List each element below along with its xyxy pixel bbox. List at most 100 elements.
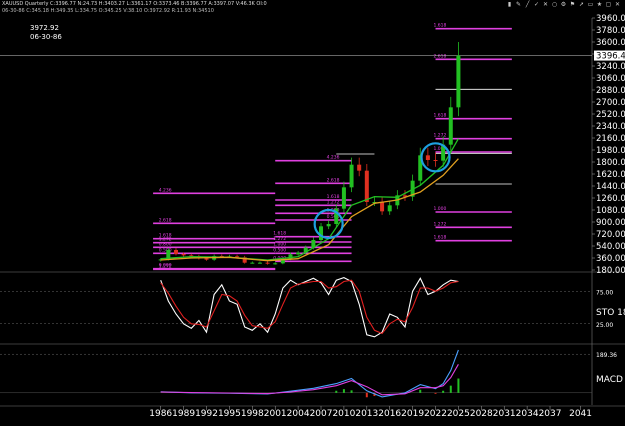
close-icon[interactable]: ✕	[614, 1, 621, 8]
candle-body	[456, 55, 461, 108]
x-tick-label: 2031	[493, 409, 516, 419]
y-tick-label: 180.00	[596, 266, 625, 276]
x-tick-label: 2028	[470, 409, 493, 419]
x-tick-label: 2037	[539, 409, 562, 419]
ohlc-info-line: 06-30-86 C:345.18 H:349.35 L:334.75 O:34…	[2, 8, 214, 14]
y-tick-label: 2700.00	[596, 98, 625, 108]
pencil-icon[interactable]: ✎	[515, 1, 522, 8]
stochastic-line	[160, 279, 459, 335]
toolbar: ▮ ✎ ╱ ✓ ✕ ○ ⚙ ⚑ ➚ ▭ ★ ▢ ✕	[506, 1, 621, 8]
macd-histogram-bar	[419, 389, 422, 393]
y-tick-label: 360.00	[596, 254, 625, 264]
x-tick-label: 2016	[378, 409, 401, 419]
y-tick-label: 3060.00	[596, 74, 625, 84]
candle-body	[380, 202, 385, 212]
fib-level-label: 1.618	[434, 23, 447, 29]
candle-body	[181, 254, 186, 256]
y-tick-label: 2880.00	[596, 86, 625, 96]
macd-histogram-bar	[350, 390, 353, 393]
x-axis: 1986 1989 1992 1995 1998 2001 2004 2007 2010 2013…	[149, 406, 592, 419]
y-tick-label: 1260.00	[596, 194, 625, 204]
fib-level-label: 2.618	[434, 53, 447, 59]
y-tick-label: 2520.00	[596, 110, 625, 120]
cross-icon[interactable]: ✕	[542, 1, 549, 8]
fib-level-label: 1.272	[327, 199, 340, 205]
candle-body	[173, 250, 178, 254]
x-tick-label: 1992	[195, 409, 218, 419]
candle-body	[349, 164, 354, 188]
candle-body	[364, 170, 369, 202]
line-icon[interactable]: ╱	[524, 1, 531, 8]
y-tick-label: 3780.00	[596, 26, 625, 36]
candle-body	[387, 205, 392, 212]
y-tick-label: 1620.00	[596, 170, 625, 180]
star-icon[interactable]: ★	[596, 1, 603, 8]
macd-histogram-bar	[434, 392, 437, 394]
cursor-date: 06-30-86	[30, 33, 62, 41]
macd-histogram-bar	[365, 392, 368, 398]
macd-tick-label: 189.36	[596, 352, 617, 359]
fib-level-label: 1.618	[434, 235, 447, 241]
candle-body	[425, 155, 430, 160]
fib-level-label: 1.272	[434, 221, 447, 227]
y-tick-label: 1800.00	[596, 158, 625, 168]
symbol-info-line: XAUUSD Quarterly C:3396.77 N:24.73 H:340…	[2, 1, 267, 7]
macd-panel: 189.36 MACD 6	[0, 349, 625, 398]
y-tick-label: 3240.00	[596, 62, 625, 72]
stochastic-line	[160, 277, 459, 338]
candle-body	[273, 263, 278, 265]
y-tick-label: 1080.00	[596, 206, 625, 216]
price-panel: 180.00 360.00 540.00 720.00 900.00 1080.00 126…	[0, 14, 625, 407]
x-tick-label: 2022	[424, 409, 447, 419]
candle-body	[296, 252, 301, 255]
stochastic-tick-label: 25.00	[596, 322, 613, 329]
candle-body	[257, 262, 262, 264]
macd-line	[160, 364, 459, 396]
candle-body	[319, 226, 324, 240]
x-tick-label: 2013	[355, 409, 378, 419]
gear-icon[interactable]: ⚙	[560, 1, 567, 8]
macd-label: MACD 6	[596, 375, 625, 385]
x-tick-label: 1998	[241, 409, 264, 419]
candle-body	[357, 164, 362, 171]
last-price-label: 3396.46	[596, 52, 625, 62]
x-tick-label: 1989	[172, 409, 195, 419]
y-tick-label: 3600.00	[596, 38, 625, 48]
fib-level-label: 4.236	[159, 187, 172, 193]
fib-level-label: 0.800	[159, 241, 172, 247]
candle-body	[433, 160, 438, 161]
window-icon[interactable]: ▢	[605, 1, 612, 8]
x-tick-label: 2019	[401, 409, 424, 419]
candle-body	[326, 224, 331, 227]
x-tick-label: 2004	[287, 409, 310, 419]
y-tick-label: 720.00	[596, 230, 625, 240]
y-tick-label: 1980.00	[596, 146, 625, 156]
fib-level-label: 1.618	[273, 231, 286, 237]
fib-level-label: 1.272	[434, 133, 447, 139]
candle-body	[448, 107, 453, 145]
y-tick-label: 2340.00	[596, 122, 625, 132]
bar-chart-icon[interactable]: ▮	[506, 1, 513, 8]
x-tick-label: 1986	[149, 409, 172, 419]
circle-icon[interactable]: ○	[551, 1, 558, 8]
x-tick-label: 2034	[516, 409, 539, 419]
candle-body	[250, 262, 255, 264]
macd-histogram-bar	[457, 378, 460, 393]
x-tick-label: 2010	[332, 409, 355, 419]
fib-level-label: 2.618	[159, 217, 172, 223]
arrow-icon[interactable]: ➚	[578, 1, 585, 8]
fib-level-label: 2.618	[327, 177, 340, 183]
stochastic-panel: 75.00 25.00 STO 18	[0, 277, 625, 338]
y-tick-label: 2160.00	[596, 134, 625, 144]
macd-histogram-bar	[335, 390, 338, 393]
moving-average-line	[160, 158, 459, 262]
chart-canvas: 180.00 360.00 540.00 720.00 900.00 1080.00 126…	[0, 14, 625, 419]
y-tick-label: 1440.00	[596, 182, 625, 192]
folder-icon[interactable]: ▭	[587, 1, 594, 8]
stochastic-label: STO 18	[596, 308, 625, 318]
x-tick-label: 2007	[310, 409, 333, 419]
check-icon[interactable]: ✓	[533, 1, 540, 8]
fib-level-label: 4.236	[327, 155, 340, 161]
flag-icon[interactable]: ⚑	[569, 1, 576, 8]
fib-level-label: 1.618	[327, 194, 340, 200]
